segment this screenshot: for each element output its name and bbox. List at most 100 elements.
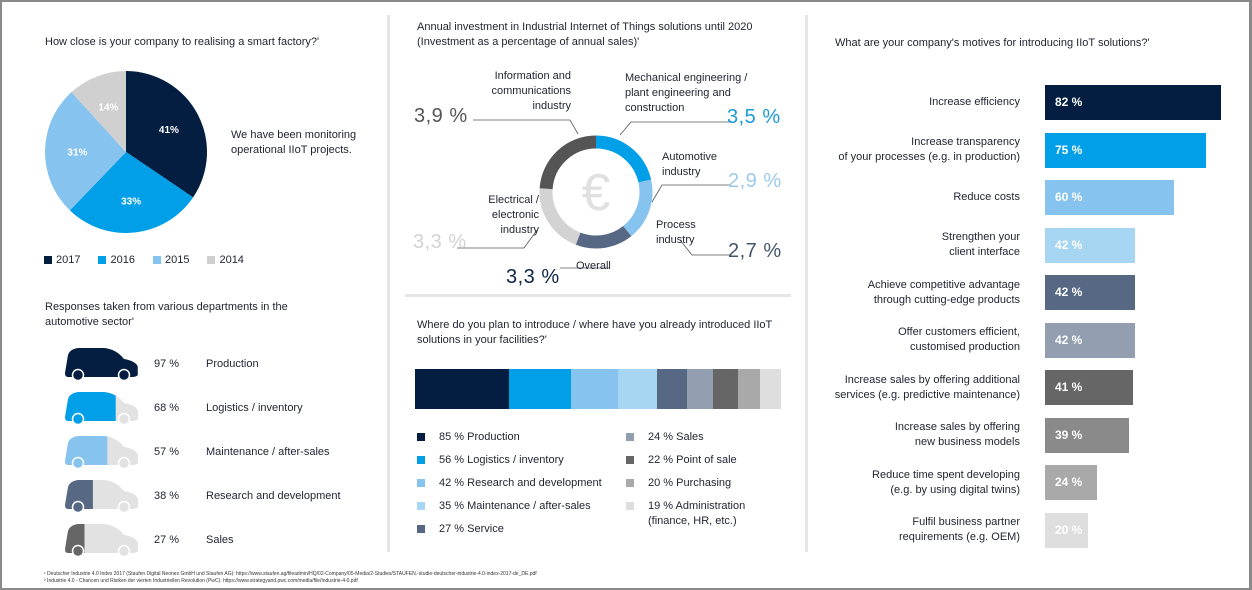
department-percent: 57 %	[154, 446, 180, 458]
legend-swatch	[207, 256, 216, 264]
motive-label: Fulfil business partner requirements (e.g…	[898, 516, 1020, 543]
department-label: Logistics / inventory	[206, 402, 303, 414]
stacked-segment-maintenance-after-sales	[617, 369, 657, 409]
legend-item-2016: 2016	[98, 254, 135, 266]
legend-label: 42 % Research and development	[439, 477, 602, 489]
stacked-legend-item: 42 % Research and development	[417, 476, 602, 491]
department-row: 38 % Research and development	[64, 479, 341, 513]
motive-value: 41 %	[1055, 380, 1083, 394]
donut-label-electrical: Electrical / electronic industry	[488, 194, 539, 236]
motive-bar: 41 %	[1045, 370, 1134, 405]
car-icon	[65, 436, 138, 469]
stacked-segment-point-of-sale	[713, 369, 738, 409]
legend-swatch	[626, 479, 634, 487]
stacked-segment-sales	[686, 369, 714, 409]
motive-label: Reduce costs	[953, 191, 1020, 203]
department-row: 27 % Sales	[64, 523, 234, 557]
motive-label: Achieve competitive advantage through cut…	[867, 278, 1020, 306]
legend-swatch	[152, 256, 161, 264]
pie-slice-label: 33%	[121, 196, 141, 207]
motive-label: Increase efficiency	[929, 96, 1020, 108]
stacked-segment-logistics-inventory	[509, 369, 572, 409]
motive-label: Reduce time spent developing (e.g. by usi…	[872, 468, 1020, 496]
donut-value-ict: 3,9 %	[414, 105, 468, 127]
motive-value: 60 %	[1055, 190, 1083, 204]
motive-label: Increase transparency of your processes (…	[838, 136, 1020, 163]
motive-bar: 75 %	[1045, 132, 1207, 168]
stacked-legend-item: 85 % Production	[417, 430, 520, 445]
car-icon	[65, 480, 138, 513]
motive-value: 24 %	[1055, 475, 1083, 489]
department-label: Sales	[206, 534, 234, 546]
legend-swatch	[98, 256, 107, 264]
legend-swatch	[417, 479, 425, 487]
donut-value-mechanical: 3,5 %	[727, 106, 781, 128]
department-percent: 38 %	[154, 490, 180, 502]
donut-value-overall: 3,3 %	[506, 266, 560, 288]
stacked-segment-research-and-development	[571, 369, 618, 409]
motive-bar: 42 %	[1045, 227, 1136, 263]
motive-bar: 60 %	[1045, 180, 1174, 215]
motive-label: Offer customers efficient, customised pro…	[898, 326, 1020, 353]
legend-swatch	[626, 433, 634, 441]
donut-value-automotive: 2,9 %	[728, 170, 782, 192]
legend-label: 2017	[56, 254, 81, 266]
car-icon	[65, 524, 138, 557]
legend-label: 22 % Point of sale	[648, 454, 737, 466]
legend-swatch	[417, 525, 425, 533]
footnote-1: ¹ Deutscher Industrie 4.0 Index 2017 (St…	[44, 571, 537, 577]
car-icon	[65, 392, 138, 425]
leader-line	[619, 121, 731, 136]
motive-bar: 42 %	[1045, 275, 1136, 310]
motive-value: 42 %	[1055, 285, 1083, 299]
legend-label: 19 % Administration (finance, HR, etc.)	[648, 500, 746, 527]
department-percent: 68 %	[154, 402, 180, 414]
motive-bar: 24 %	[1045, 465, 1097, 500]
stacked-segment-administration-finance-hr-etc-	[759, 369, 781, 409]
donut-value-process: 2,7 %	[728, 240, 782, 262]
donut-segment	[622, 179, 653, 237]
department-label: Production	[206, 358, 259, 370]
stacked-legend-item: 27 % Service	[417, 522, 504, 537]
stacked-legend-item: 24 % Sales	[626, 430, 704, 445]
motive-label: Increase sales by offering new business m…	[894, 421, 1020, 448]
legend-label: 56 % Logistics / inventory	[439, 454, 564, 466]
legend-swatch	[626, 502, 634, 510]
column-divider	[387, 15, 390, 552]
stacked-segment-service	[656, 369, 687, 409]
legend-label: 2014	[219, 254, 244, 266]
stacked-legend-item: 56 % Logistics / inventory	[417, 453, 564, 468]
pie-annotation: We have been monitoring operational IIoT…	[231, 129, 357, 156]
donut-label-process: Process industry	[656, 219, 696, 246]
legend-item-2015: 2015	[152, 254, 190, 266]
motive-label: Increase sales by offering additional ser…	[834, 373, 1020, 401]
donut-label-overall: Overall	[576, 260, 611, 272]
facilities-title: Where do you plan to introduce / where h…	[417, 319, 773, 346]
stacked-legend-item: 22 % Point of sale	[626, 453, 737, 468]
donut-value-electrical: 3,3 %	[413, 231, 467, 253]
legend-label: 35 % Maintenance / after-sales	[439, 500, 591, 512]
legend-label: 24 % Sales	[648, 431, 704, 443]
department-label: Research and development	[206, 490, 341, 502]
legend-item-2014: 2014	[207, 254, 244, 266]
department-row: 57 % Maintenance / after-sales	[64, 435, 330, 469]
stacked-legend-item: 20 % Purchasing	[626, 476, 731, 491]
pie-legend: 2017 2016 2015 2014	[44, 254, 244, 266]
department-row: 68 % Logistics / inventory	[64, 391, 303, 425]
motive-value: 75 %	[1055, 142, 1083, 157]
motive-value: 39 %	[1055, 427, 1083, 442]
legend-label: 20 % Purchasing	[648, 477, 732, 489]
legend-label: 2015	[164, 254, 190, 266]
legend-swatch	[626, 456, 634, 464]
legend-label: 27 % Service	[439, 523, 504, 535]
motives-title: What are your company's motives for intr…	[835, 37, 1150, 49]
department-percent: 97 %	[154, 358, 180, 370]
donut-segment	[539, 188, 581, 245]
stacked-segment-purchasing	[737, 369, 760, 409]
footnote-2: ² Industrie 4.0 - Chancen und Risiken de…	[44, 578, 358, 584]
donut-segment	[575, 225, 632, 249]
euro-icon: €	[582, 164, 611, 222]
legend-label: 2016	[110, 254, 135, 266]
department-label: Maintenance / after-sales	[206, 446, 330, 458]
stacked-segment-production	[415, 369, 510, 409]
